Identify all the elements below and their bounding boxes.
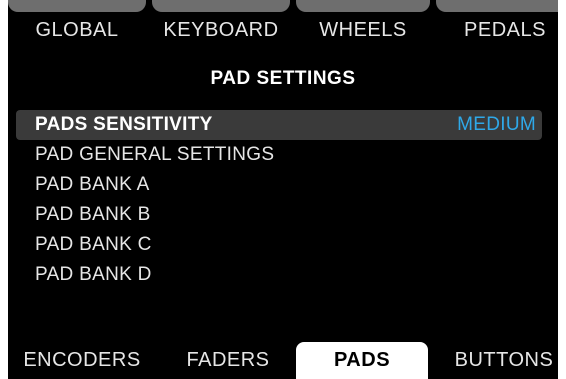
- menu-item-pad-bank-b[interactable]: PAD BANK B: [16, 200, 542, 230]
- tab-pedals-label: PEDALS: [464, 19, 546, 41]
- device-screen: GLOBAL KEYBOARD WHEELS PEDALS PAD SETTIN…: [8, 0, 558, 379]
- menu-item-label: PADS SENSITIVITY: [35, 114, 213, 135]
- tab-wheels[interactable]: WHEELS: [296, 0, 430, 46]
- menu-item-pad-general-settings[interactable]: PAD GENERAL SETTINGS: [16, 140, 542, 170]
- menu-item-pad-bank-c[interactable]: PAD BANK C: [16, 230, 542, 260]
- tab-pedals[interactable]: PEDALS: [436, 0, 558, 46]
- tab-global[interactable]: GLOBAL: [8, 0, 146, 46]
- settings-menu: PADS SENSITIVITY MEDIUM PAD GENERAL SETT…: [16, 110, 542, 290]
- tab-buttons-label: BUTTONS: [454, 349, 554, 371]
- page-title: PAD SETTINGS: [210, 68, 356, 89]
- tab-wheels-label: WHEELS: [319, 19, 407, 41]
- tab-keyboard-label: KEYBOARD: [163, 19, 279, 41]
- tab-buttons[interactable]: BUTTONS: [434, 342, 558, 379]
- tab-encoders-label: ENCODERS: [23, 349, 141, 371]
- tab-faders-label: FADERS: [186, 349, 270, 371]
- tab-pads[interactable]: PADS: [296, 342, 428, 379]
- tab-faders[interactable]: FADERS: [158, 342, 298, 379]
- menu-item-pad-bank-a[interactable]: PAD BANK A: [16, 170, 542, 200]
- menu-item-pad-bank-d[interactable]: PAD BANK D: [16, 260, 542, 290]
- menu-item-pads-sensitivity[interactable]: PADS SENSITIVITY MEDIUM: [16, 110, 542, 140]
- tab-keyboard[interactable]: KEYBOARD: [152, 0, 290, 46]
- tab-pads-label: PADS: [333, 349, 391, 371]
- tab-global-label: GLOBAL: [35, 19, 119, 41]
- sensitivity-value: MEDIUM: [457, 114, 536, 135]
- tab-encoders[interactable]: ENCODERS: [8, 342, 156, 379]
